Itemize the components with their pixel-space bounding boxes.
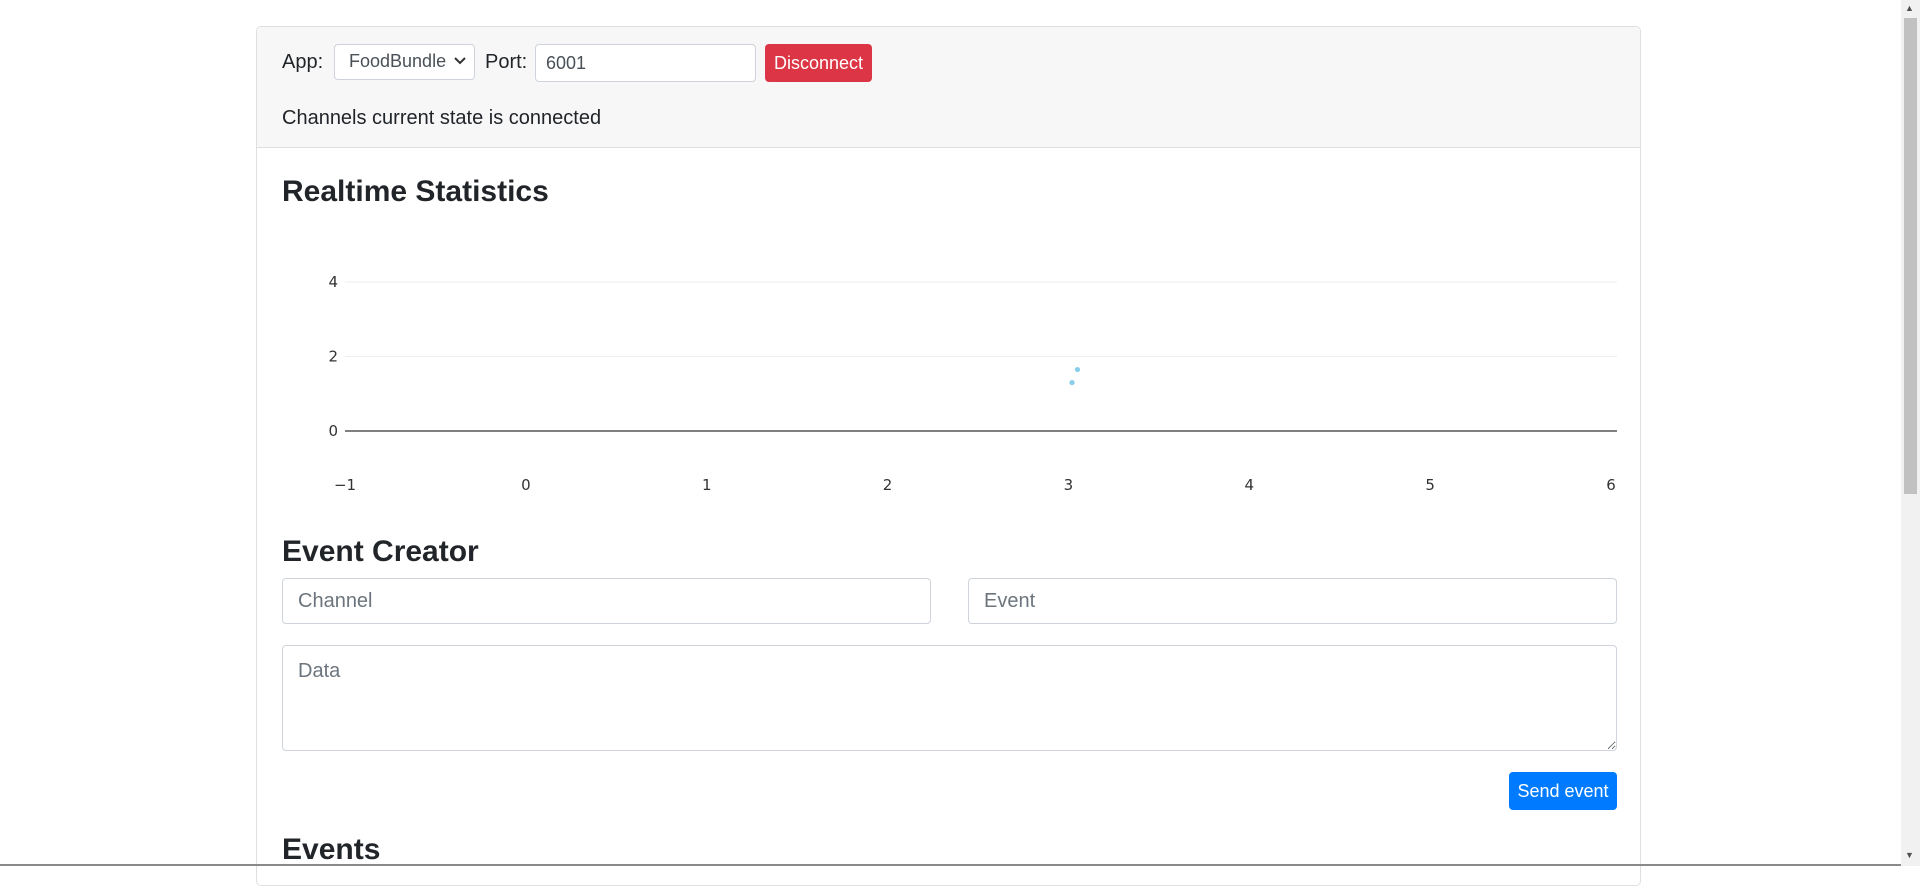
connection-header: App: FoodBundle Port: Disconnect Channel… [257, 27, 1640, 148]
app-select[interactable]: FoodBundle [334, 44, 475, 80]
page-scrollbar[interactable]: ▲ ▼ [1901, 0, 1920, 866]
stats-title: Realtime Statistics [282, 175, 549, 208]
channel-input[interactable] [282, 578, 931, 624]
scroll-up-icon[interactable]: ▲ [1905, 3, 1914, 13]
scroll-down-icon[interactable]: ▼ [1905, 850, 1914, 860]
y-tick-label: 2 [328, 348, 338, 366]
app-label: App: [282, 51, 324, 73]
x-tick-label: 5 [1425, 476, 1435, 494]
send-event-button[interactable]: Send event [1509, 772, 1617, 810]
x-tick-label: 4 [1245, 476, 1255, 494]
x-tick-label: 0 [521, 476, 531, 494]
y-tick-label: 4 [328, 273, 338, 291]
scrollbar-thumb[interactable] [1904, 18, 1917, 494]
disconnect-button[interactable]: Disconnect [765, 44, 872, 82]
x-tick-label: 1 [702, 476, 712, 494]
realtime-chart: 0 2 4 −1 0 1 2 3 4 5 6 [328, 273, 1617, 494]
port-label: Port: [485, 51, 528, 73]
event-creator-title: Event Creator [282, 535, 479, 568]
data-textarea[interactable] [282, 645, 1617, 751]
events-title: Events [282, 833, 381, 866]
port-input[interactable] [535, 44, 756, 82]
x-tick-label: 3 [1064, 476, 1074, 494]
y-tick-label: 0 [328, 422, 338, 440]
x-tick-label: −1 [334, 476, 356, 494]
event-input[interactable] [968, 578, 1617, 624]
data-point [1069, 379, 1075, 386]
app-select-value: FoodBundle [349, 51, 447, 71]
data-point [1074, 366, 1081, 373]
x-tick-label: 2 [883, 476, 893, 494]
chevron-down-icon [454, 51, 466, 74]
connection-state-text: Channels current state is connected [282, 107, 602, 129]
x-tick-label: 6 [1606, 476, 1616, 494]
